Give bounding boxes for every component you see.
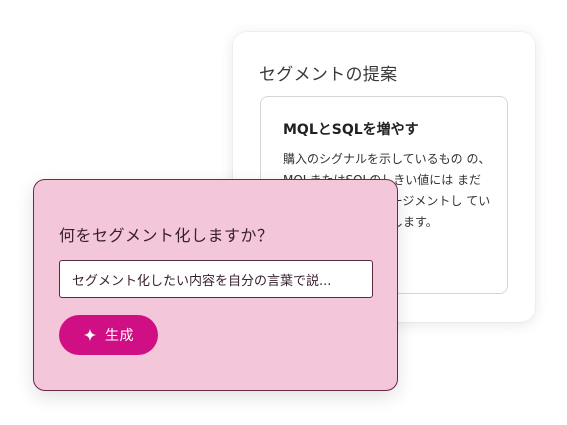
sparkle-icon (83, 328, 97, 342)
segment-prompt-panel: 何をセグメント化しますか？ セグメント化したい内容を自分の言葉で説... 生成 (33, 179, 398, 391)
generate-button-label: 生成 (105, 328, 134, 344)
segment-description-input[interactable]: セグメント化したい内容を自分の言葉で説... (59, 260, 373, 298)
segment-description-value: セグメント化したい内容を自分の言葉で説... (72, 273, 332, 289)
suggestions-card-title: セグメントの提案 (259, 65, 398, 85)
generate-button[interactable]: 生成 (59, 315, 158, 355)
suggestion-title: MQLとSQLを増やす (283, 122, 419, 138)
panel-question: 何をセグメント化しますか？ (59, 226, 274, 245)
